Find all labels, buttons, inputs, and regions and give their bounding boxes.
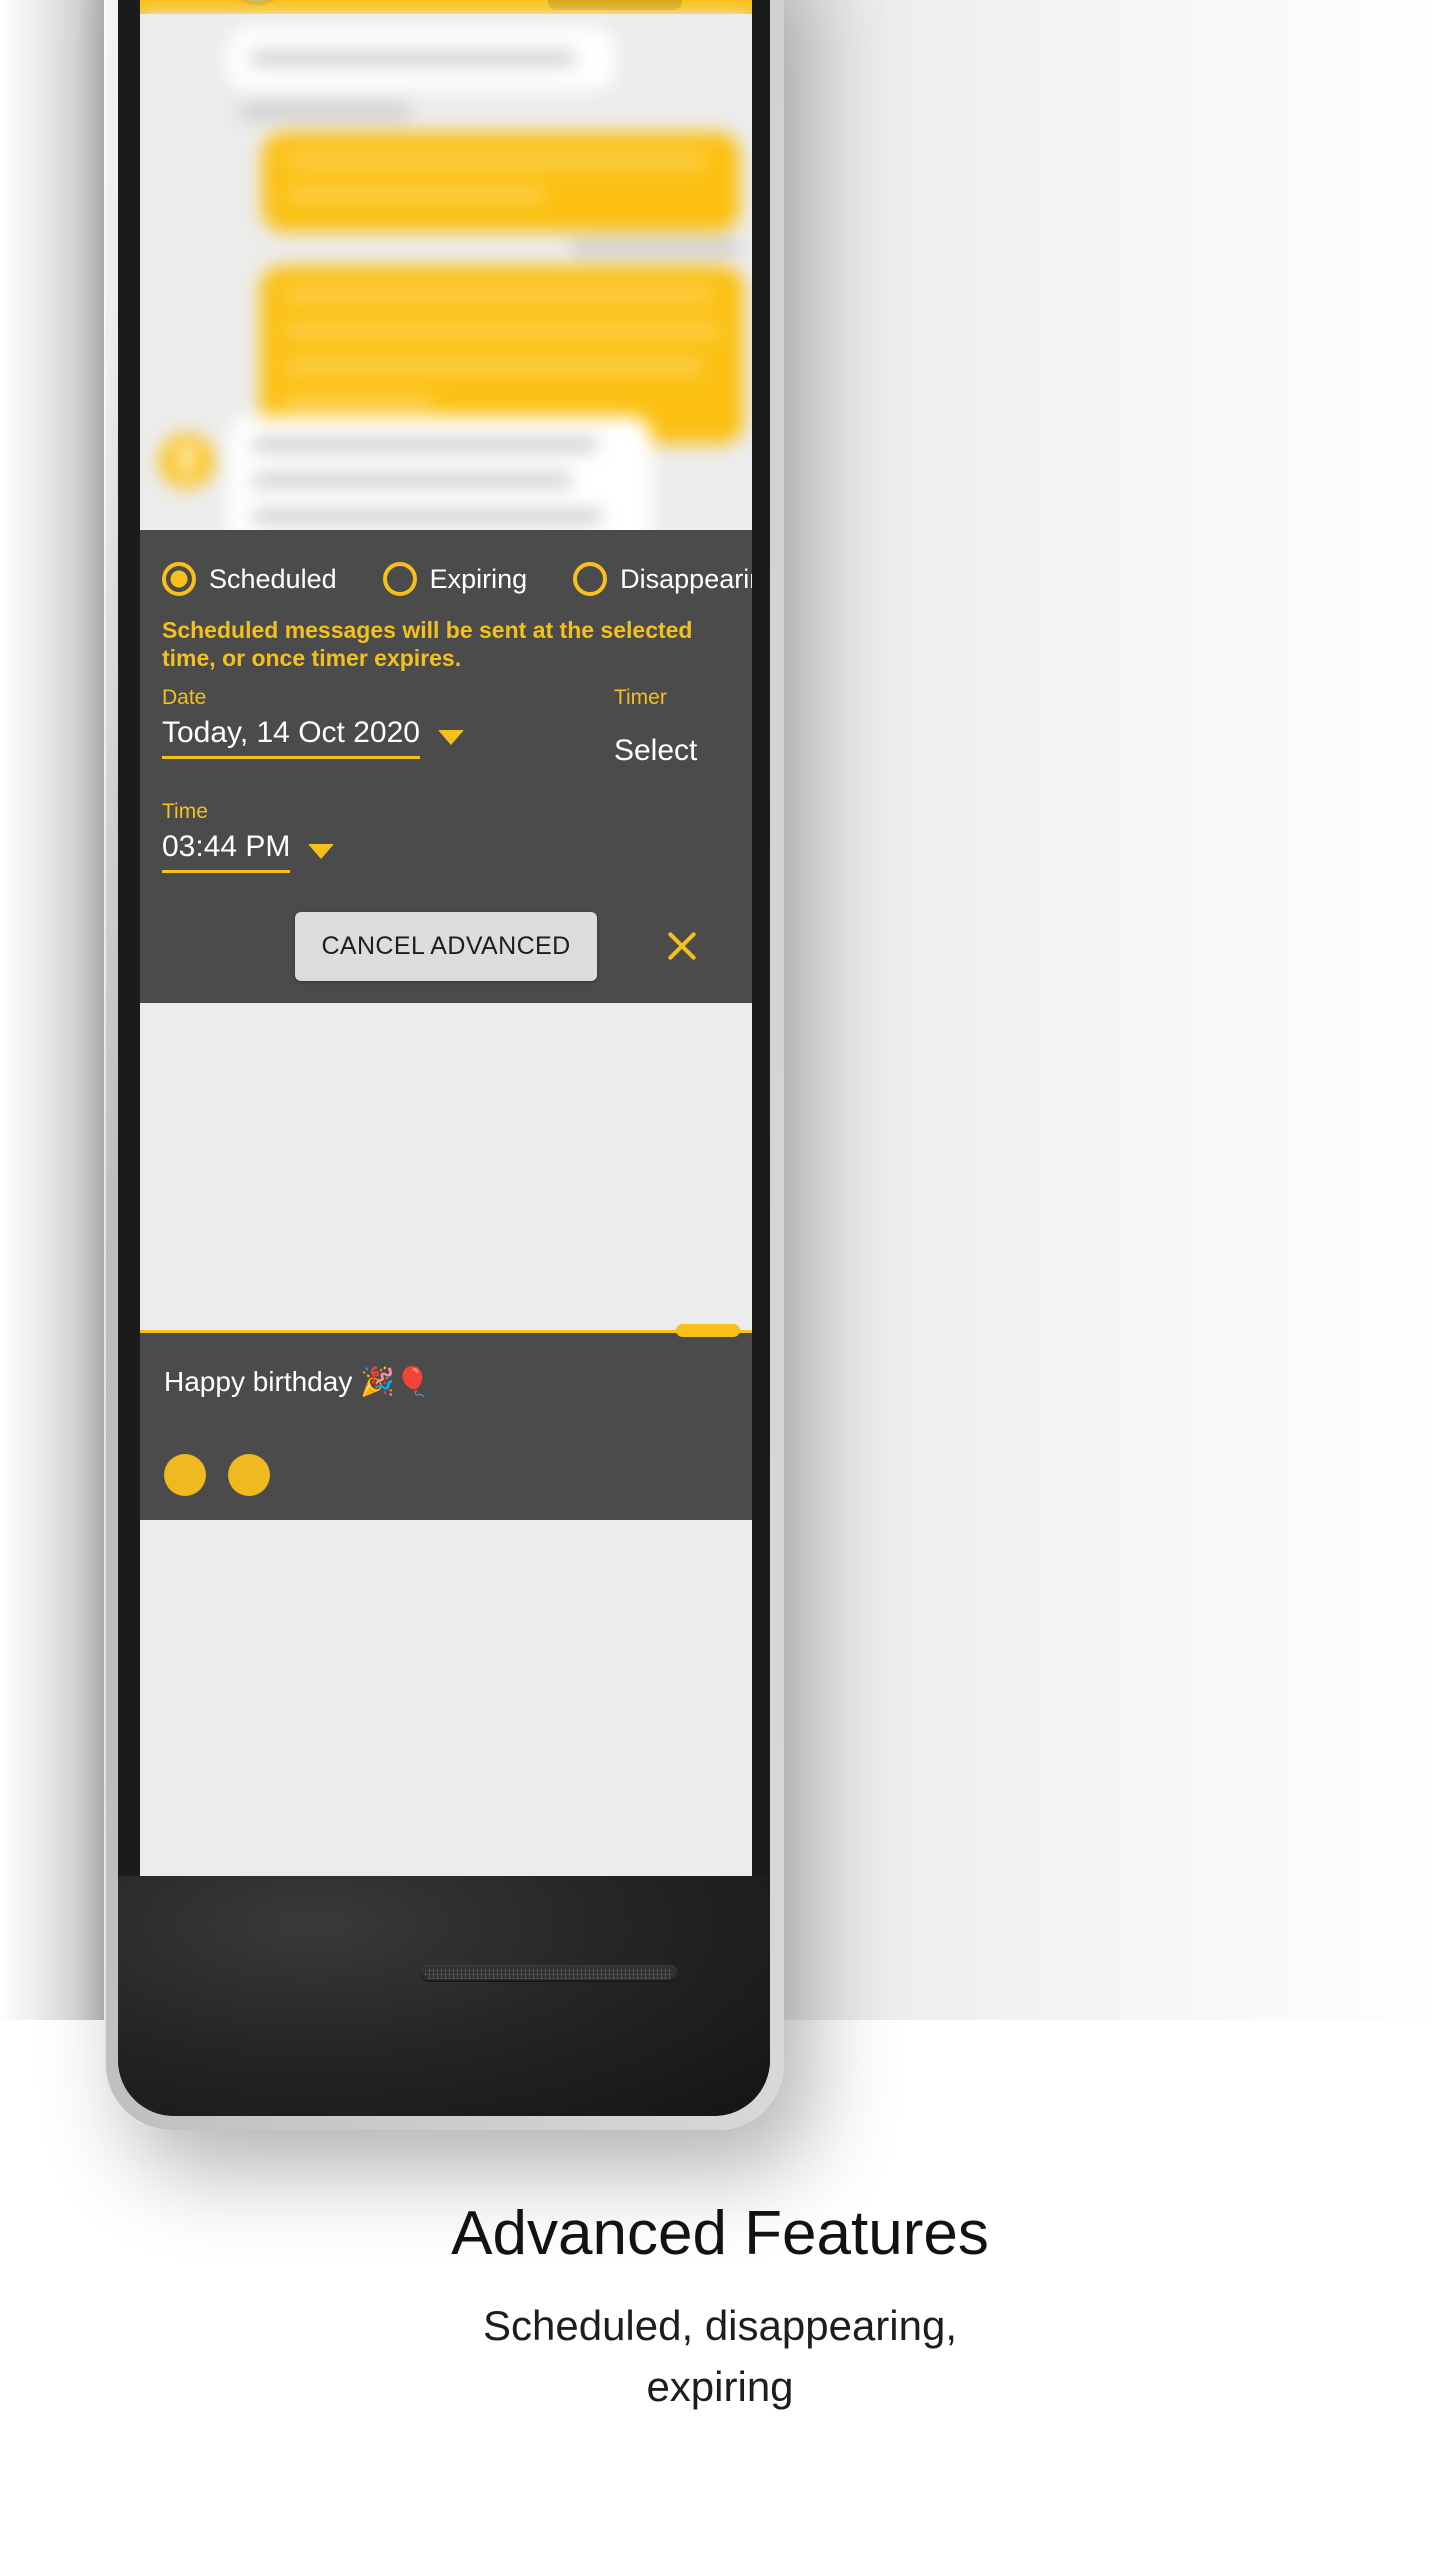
advanced-options-panel: Scheduled Expiring Disappearing Schedule… (140, 530, 752, 1003)
date-timer-fields-row: Date Today, 14 Oct 2020 Timer Select (162, 686, 730, 774)
radio-disappearing-label: Disappearing (620, 563, 752, 594)
message-timestamp (570, 242, 740, 253)
chat-bubble-outgoing (262, 132, 740, 232)
timer-field-label: Timer (613, 686, 667, 709)
timer-field[interactable]: Timer Select (614, 686, 752, 774)
attachment-icon[interactable] (228, 1454, 270, 1496)
mode-hint-text: Scheduled messages will be sent at the s… (162, 617, 693, 671)
app-bar: Sarah 7505.6 Credits (140, 0, 752, 14)
radio-expiring-icon[interactable] (382, 562, 417, 596)
sender-avatar (160, 434, 214, 488)
message-input[interactable]: Happy birthday 🎉🎈 (164, 1365, 430, 1398)
message-timestamp (240, 106, 410, 117)
credits-badge[interactable]: 7505.6 Credits (547, 0, 682, 10)
radio-expiring-label: Expiring (429, 563, 528, 594)
emoji-icon[interactable] (164, 1454, 206, 1496)
chevron-down-icon[interactable] (437, 730, 464, 745)
conversation-list[interactable] (140, 14, 752, 614)
radio-disappearing-icon[interactable] (573, 562, 608, 596)
time-field-row: Time 03:44 PM (162, 800, 730, 873)
radio-scheduled-label: Scheduled (209, 563, 337, 594)
caption-title: Advanced Features (451, 2199, 989, 2268)
composer-handle[interactable] (676, 1324, 740, 1337)
caption-block: Advanced Features Scheduled, disappearin… (0, 2199, 1440, 2418)
credits-label: Credits (585, 0, 645, 2)
message-composer[interactable]: Happy birthday 🎉🎈 (140, 1324, 752, 1430)
composer-toolbar (140, 1430, 752, 1520)
background-right-shade (780, 0, 1440, 2020)
time-field-label: Time (162, 800, 208, 823)
phone-chin (118, 1876, 770, 2116)
date-field-value[interactable]: Today, 14 Oct 2020 (162, 716, 420, 759)
date-field-label: Date (162, 686, 207, 709)
time-field[interactable]: Time 03:44 PM (162, 800, 335, 873)
panel-actions: CANCEL ADVANCED (162, 907, 730, 985)
radio-option-scheduled[interactable]: Scheduled (162, 562, 337, 596)
phone-speaker-grille (420, 1965, 678, 1982)
caption-subtitle-line1: Scheduled, disappearing, (482, 2302, 958, 2350)
cancel-advanced-button[interactable]: CANCEL ADVANCED (295, 911, 597, 981)
more-vertical-icon[interactable] (690, 0, 746, 2)
radio-option-disappearing[interactable]: Disappearing (573, 562, 752, 596)
chevron-down-icon[interactable] (308, 844, 335, 859)
phone-device-frame: Sarah 7505.6 Credits (104, 0, 784, 2130)
caption-subtitle: Scheduled, disappearing, expiring (0, 2296, 1440, 2418)
close-icon[interactable] (660, 924, 704, 968)
time-field-value[interactable]: 03:44 PM (162, 830, 291, 873)
date-field[interactable]: Date Today, 14 Oct 2020 (162, 686, 464, 774)
timer-field-value[interactable]: Select (614, 734, 697, 774)
chat-bubble-incoming (226, 28, 616, 90)
radio-scheduled-icon[interactable] (162, 562, 196, 596)
radio-option-expiring[interactable]: Expiring (382, 562, 528, 596)
contact-avatar[interactable] (226, 0, 288, 3)
message-mode-radio-group: Scheduled Expiring Disappearing (162, 562, 752, 596)
caption-subtitle-line2: expiring (646, 2363, 794, 2411)
phone-screen: Sarah 7505.6 Credits (140, 0, 752, 1945)
